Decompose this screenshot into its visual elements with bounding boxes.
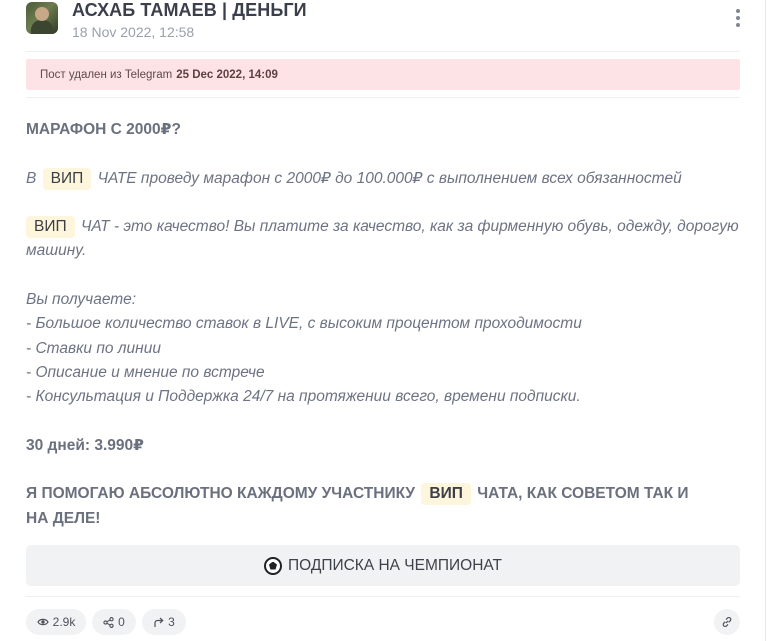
forward-arrow-icon xyxy=(154,617,164,627)
price-line: 30 дней: 3.990₽ xyxy=(26,436,144,454)
closing-line-2: НА ДЕЛЕ! xyxy=(26,509,101,527)
forwards-counter[interactable]: 3 xyxy=(142,609,186,635)
list-intro: Вы получаете: xyxy=(26,291,137,309)
views-count: 2.9k xyxy=(52,615,76,629)
paragraph-2: ВИП ЧАТ - это качество! Вы платите за ка… xyxy=(26,215,740,239)
paragraph-1: В ВИП ЧАТЕ проведу марафон с 2000₽ до 10… xyxy=(26,167,740,191)
shares-counter[interactable]: 0 xyxy=(92,609,136,635)
paragraph-2-line-2: машину. xyxy=(26,242,87,260)
list-item: - Описание и мнение по встрече xyxy=(26,363,265,381)
list-item: - Консультация и Поддержка 24/7 на протя… xyxy=(26,388,581,406)
channel-name[interactable]: АСХАБ ТАМАЕВ | ДЕНЬГИ xyxy=(72,0,307,21)
divider xyxy=(26,596,740,597)
link-icon xyxy=(722,617,732,627)
subscription-button-label: ПОДПИСКА НА ЧЕМПИОНАТ xyxy=(287,556,503,574)
vip-tag: ВИП xyxy=(421,483,471,506)
subscription-button[interactable]: ПОДПИСКА НА ЧЕМПИОНАТ xyxy=(26,545,740,586)
deleted-notice-date: 25 Dec 2022, 14:09 xyxy=(176,68,278,81)
post-header: АСХАБ ТАМАЕВ | ДЕНЬГИ 18 Nov 2022, 12:58 xyxy=(26,0,750,46)
post-date: 18 Nov 2022, 12:58 xyxy=(72,24,195,40)
divider xyxy=(26,51,740,52)
vip-tag: ВИП xyxy=(26,216,75,239)
deleted-notice: Пост удален из Telegram 25 Dec 2022, 14:… xyxy=(26,59,740,90)
shares-count: 0 xyxy=(118,615,125,629)
post-heading: МАРАФОН С 2000₽? xyxy=(26,121,181,138)
post-body: МАРАФОН С 2000₽? В ВИП ЧАТЕ проведу мара… xyxy=(26,118,740,531)
eye-icon xyxy=(36,618,49,626)
closing-line: Я ПОМОГАЮ АБСОЛЮТНО КАЖДОМУ УЧАСТНИКУ ВИ… xyxy=(26,482,740,506)
vip-tag: ВИП xyxy=(42,167,92,190)
soccer-ball-icon xyxy=(263,556,282,575)
post-footer: 2.9k 0 3 xyxy=(26,609,740,636)
post-card: АСХАБ ТАМАЕВ | ДЕНЬГИ 18 Nov 2022, 12:58… xyxy=(0,0,766,641)
list-item: - Ставки по линии xyxy=(26,339,161,357)
divider xyxy=(26,97,740,98)
deleted-notice-text: Пост удален из Telegram xyxy=(40,68,173,81)
list-item: - Большое количество ставок в LIVE, с вы… xyxy=(26,315,582,333)
forwards-count: 3 xyxy=(168,615,175,629)
views-counter[interactable]: 2.9k xyxy=(26,609,86,635)
share-nodes-icon xyxy=(103,616,114,628)
more-menu-icon[interactable] xyxy=(728,8,748,28)
copy-link-button[interactable] xyxy=(714,609,740,635)
channel-avatar[interactable] xyxy=(26,2,58,34)
